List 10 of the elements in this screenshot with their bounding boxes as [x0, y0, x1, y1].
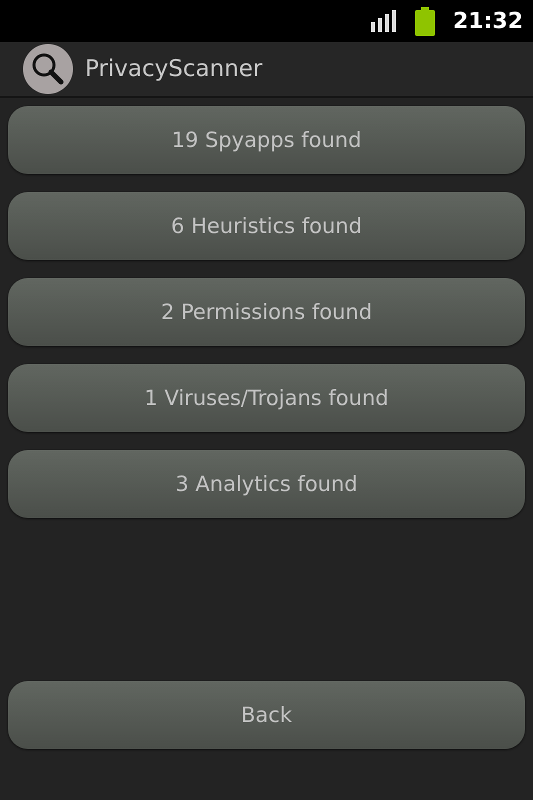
result-button[interactable]: 6 Heuristics found [8, 192, 525, 260]
result-button[interactable]: 3 Analytics found [8, 450, 525, 518]
signal-icon [370, 10, 397, 32]
battery-icon [414, 6, 435, 36]
app-title: PrivacyScanner [85, 56, 262, 82]
clock: 21:32 [452, 8, 523, 34]
result-button[interactable]: 1 Viruses/Trojans found [8, 364, 525, 432]
result-button[interactable]: 2 Permissions found [8, 278, 525, 346]
result-button[interactable]: 19 Spyapps found [8, 106, 525, 174]
back-button[interactable]: Back [8, 681, 525, 749]
